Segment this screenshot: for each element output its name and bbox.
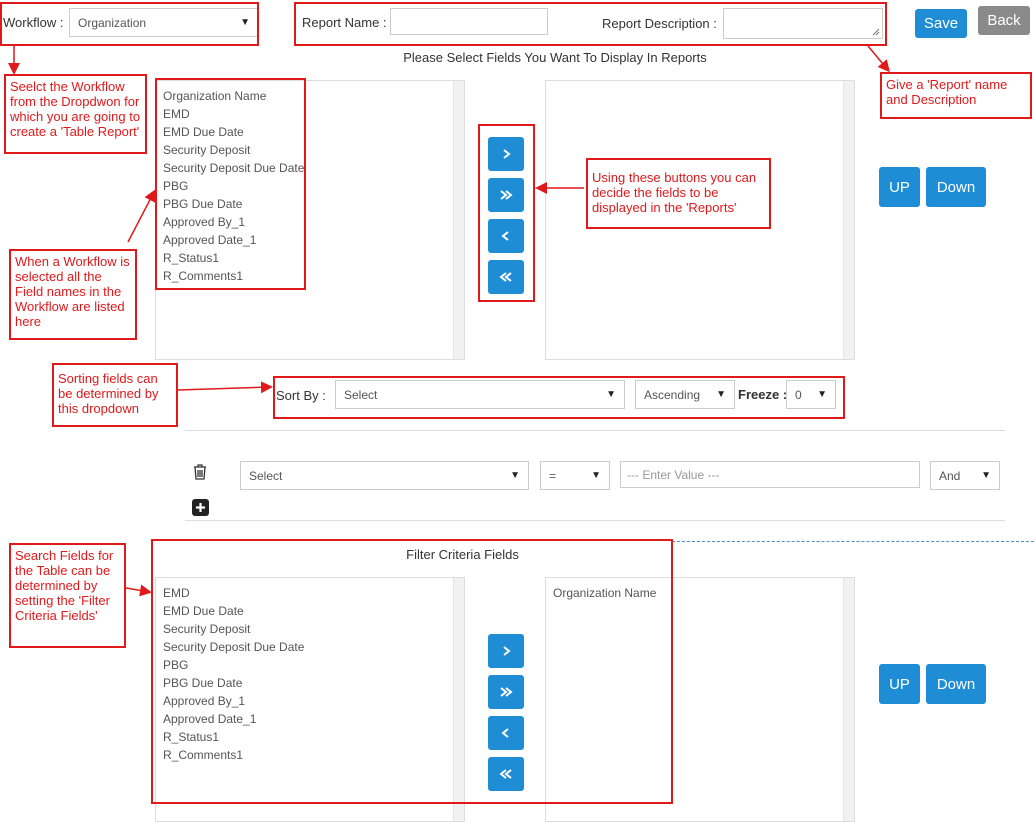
chevron-down-icon: ▼	[591, 470, 601, 481]
trash-icon	[194, 464, 206, 480]
workflow-note: Seelct the Workflow from the Dropdwon fo…	[4, 74, 147, 154]
display-up-button[interactable]: UP	[879, 167, 920, 207]
divider	[185, 520, 1005, 521]
filter-conjunction-value: And	[939, 468, 961, 483]
fields-note: When a Workflow is selected all the Fiel…	[9, 249, 137, 340]
arrow-line	[125, 584, 152, 597]
sort-note: Sorting fields can be determined by this…	[52, 363, 178, 427]
scrollbar[interactable]	[843, 81, 854, 359]
fields-highlight	[155, 78, 306, 290]
filter-conjunction-select[interactable]: And ▼	[930, 461, 1000, 490]
filter-note: Search Fields for the Table can be deter…	[9, 543, 126, 648]
display-section-title: Please Select Fields You Want To Display…	[403, 50, 707, 65]
filter-up-button[interactable]: UP	[879, 664, 920, 704]
plus-icon	[196, 503, 205, 512]
chevron-down-icon: ▼	[510, 470, 520, 481]
delete-filter-button[interactable]	[192, 463, 208, 484]
filter-value-placeholder: --- Enter Value ---	[627, 467, 720, 482]
scrollbar[interactable]	[453, 81, 464, 359]
scrollbar[interactable]	[843, 578, 854, 821]
report-name-note: Give a 'Report' name and Description	[880, 72, 1032, 119]
filter-value-input[interactable]: --- Enter Value ---	[620, 461, 920, 488]
dashed-divider	[672, 541, 1034, 542]
workflow-highlight	[0, 2, 259, 46]
chevron-down-icon: ▼	[981, 470, 991, 481]
add-filter-button[interactable]	[192, 499, 209, 516]
filter-down-button[interactable]: Down	[926, 664, 986, 704]
buttons-highlight	[478, 124, 535, 302]
arrow-line	[127, 189, 156, 243]
sort-highlight	[273, 376, 845, 419]
arrow-line	[177, 381, 273, 394]
back-button[interactable]: Back	[978, 6, 1030, 35]
filter-operator-select[interactable]: = ▼	[540, 461, 610, 490]
buttons-note: Using these buttons you can decide the f…	[586, 158, 771, 229]
filter-field-select[interactable]: Select ▼	[240, 461, 529, 490]
display-down-button[interactable]: Down	[926, 167, 986, 207]
report-name-highlight	[294, 2, 887, 46]
divider	[185, 430, 1005, 431]
filter-field-value: Select	[249, 468, 283, 483]
filter-highlight	[151, 539, 673, 804]
filter-operator-value: =	[549, 468, 557, 483]
save-button[interactable]: Save	[915, 9, 967, 38]
